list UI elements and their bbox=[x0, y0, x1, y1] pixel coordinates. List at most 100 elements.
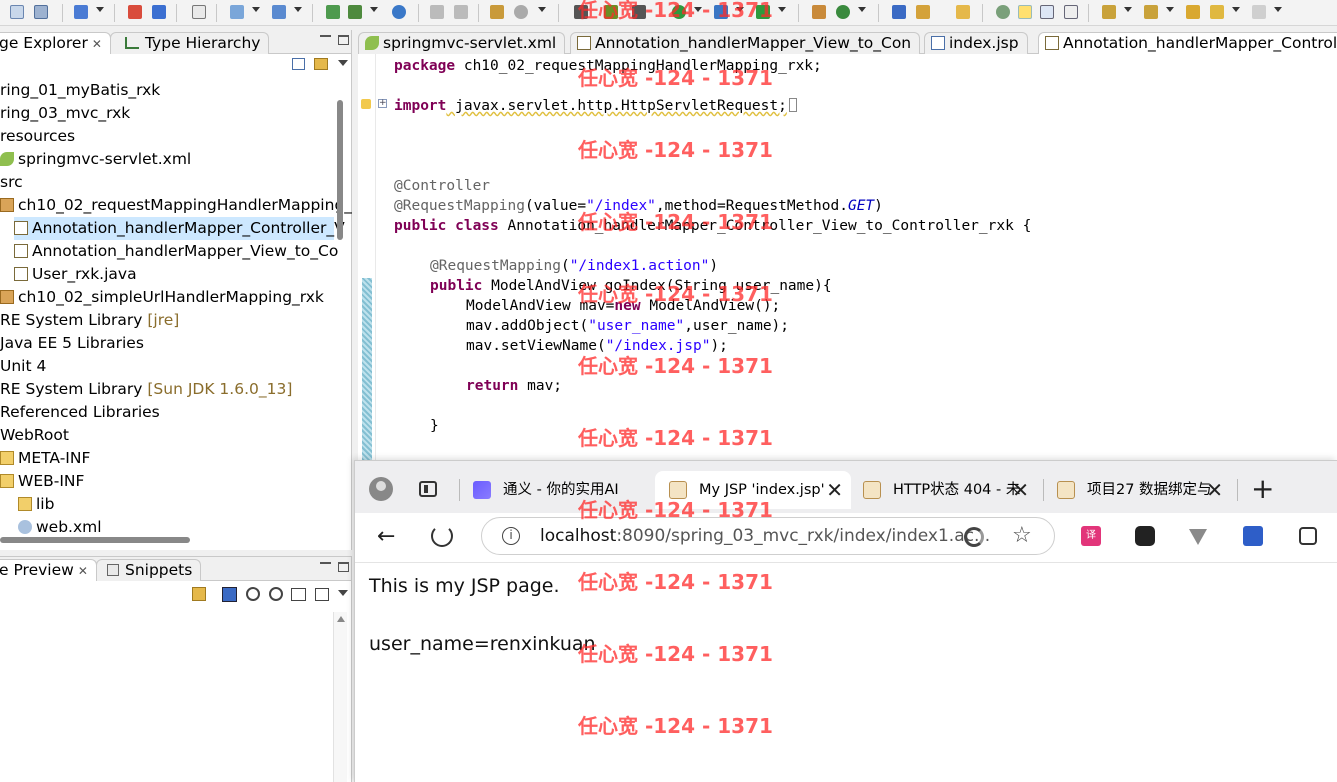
task-icon[interactable] bbox=[914, 3, 932, 21]
refresh-icon[interactable] bbox=[834, 3, 852, 21]
tree-item-folder[interactable]: WebRoot bbox=[0, 424, 69, 447]
dropdown-arrow-icon[interactable] bbox=[736, 7, 744, 12]
close-tab-icon[interactable]: ✕ bbox=[1012, 471, 1029, 509]
extension-icon[interactable] bbox=[1243, 526, 1263, 546]
code-line[interactable]: mav.addObject("user_name",user_name); bbox=[466, 316, 789, 336]
reload-icon[interactable] bbox=[431, 525, 453, 547]
tree-item-java-file[interactable]: User_rxk.java bbox=[14, 263, 137, 286]
close-icon[interactable]: ✕ bbox=[92, 37, 102, 51]
block-select-icon[interactable] bbox=[1038, 3, 1056, 21]
server-icon[interactable] bbox=[270, 3, 288, 21]
dropdown-arrow-icon[interactable] bbox=[1124, 7, 1132, 12]
terminal-icon[interactable] bbox=[190, 3, 208, 21]
new-icon[interactable] bbox=[8, 3, 26, 21]
site-info-icon[interactable]: i bbox=[502, 527, 520, 545]
back-arrow-icon[interactable]: ← bbox=[377, 525, 395, 549]
tree-item-library[interactable]: RE System Library [Sun JDK 1.6.0_13] bbox=[0, 378, 292, 401]
dropdown-arrow-icon[interactable] bbox=[96, 7, 104, 12]
new-tab-button[interactable]: + bbox=[1251, 473, 1274, 505]
save-icon[interactable] bbox=[32, 3, 50, 21]
tree-item-java-file[interactable]: Annotation_handlerMapper_View_to_Co bbox=[14, 240, 338, 263]
profile-avatar-icon[interactable] bbox=[369, 477, 393, 501]
tree-item-folder[interactable]: resources bbox=[0, 125, 75, 148]
tab-snippets[interactable]: Snippets bbox=[96, 559, 202, 581]
horizontal-scrollbar[interactable] bbox=[0, 537, 190, 543]
actual-size-icon[interactable] bbox=[291, 588, 306, 601]
extensions-puzzle-icon[interactable] bbox=[1299, 527, 1317, 545]
prev-annotation-icon[interactable] bbox=[1142, 3, 1160, 21]
code-line[interactable]: @RequestMapping("/index1.action") bbox=[430, 256, 718, 276]
bug-icon[interactable] bbox=[630, 3, 648, 21]
url-field[interactable]: i localhost:8090/spring_03_mvc_rxk/index… bbox=[481, 517, 1055, 555]
dropdown-arrow-icon[interactable] bbox=[538, 7, 546, 12]
tree-item-package[interactable]: ch10_02_simpleUrlHandlerMapping_rxk bbox=[0, 286, 324, 309]
tree-item-file[interactable]: web.xml bbox=[18, 516, 102, 534]
link-icon[interactable] bbox=[192, 587, 206, 601]
tree-item-project[interactable]: ring_03_mvc_rxk bbox=[0, 102, 130, 125]
last-edit-icon[interactable] bbox=[1184, 3, 1202, 21]
browser-tab-http-404[interactable]: HTTP状态 404 - 未 ✕ bbox=[849, 471, 1037, 509]
tree-item-library[interactable]: RE System Library [jre] bbox=[0, 309, 179, 332]
dropdown-arrow-icon[interactable] bbox=[1274, 7, 1282, 12]
redo-icon[interactable] bbox=[452, 3, 470, 21]
globe-icon[interactable] bbox=[390, 3, 408, 21]
close-tab-icon[interactable]: ✕ bbox=[1206, 471, 1223, 509]
view-menu-icon[interactable] bbox=[338, 60, 348, 66]
minimize-icon[interactable] bbox=[320, 35, 331, 43]
tab-package-explorer[interactable]: ge Explorer ✕ bbox=[0, 32, 111, 54]
deploy-icon[interactable] bbox=[228, 3, 246, 21]
tree-item-library[interactable]: Referenced Libraries bbox=[0, 401, 160, 424]
tree-item-library[interactable]: Unit 4 bbox=[0, 355, 46, 378]
tree-item-folder[interactable]: META-INF bbox=[0, 447, 90, 470]
dropdown-arrow-icon[interactable] bbox=[1166, 7, 1174, 12]
code-line[interactable]: mav.setViewName("/index.jsp"); bbox=[466, 336, 728, 356]
tree-item-folder[interactable]: src bbox=[0, 171, 23, 194]
zoom-out-icon[interactable] bbox=[246, 587, 260, 601]
class-icon[interactable] bbox=[150, 3, 168, 21]
code-line[interactable]: } bbox=[430, 416, 439, 436]
package-new-icon[interactable] bbox=[810, 3, 828, 21]
editor-tab-springmvc-servlet[interactable]: springmvc-servlet.xml bbox=[358, 32, 566, 54]
expand-fold-icon[interactable]: + bbox=[378, 99, 387, 108]
coverage-icon[interactable] bbox=[712, 3, 730, 21]
tab-actions-icon[interactable] bbox=[419, 481, 437, 497]
settings-icon[interactable] bbox=[512, 3, 530, 21]
open-type-icon[interactable] bbox=[890, 3, 908, 21]
back-icon[interactable] bbox=[1208, 3, 1226, 21]
highlight-icon[interactable] bbox=[1016, 3, 1034, 21]
folder-open-icon[interactable] bbox=[954, 3, 972, 21]
forward-icon[interactable] bbox=[1250, 3, 1268, 21]
code-line[interactable]: ModelAndView mav=new ModelAndView(); bbox=[466, 296, 780, 316]
dropdown-arrow-icon[interactable] bbox=[1232, 7, 1240, 12]
close-icon[interactable]: ✕ bbox=[78, 564, 88, 578]
collapse-all-icon[interactable] bbox=[292, 58, 305, 70]
show-whitespace-icon[interactable] bbox=[1062, 3, 1080, 21]
code-line[interactable]: package ch10_02_requestMappingHandlerMap… bbox=[394, 56, 822, 76]
browser-tab-project27[interactable]: 项目27 数据绑定与 ✕ bbox=[1043, 471, 1231, 509]
code-line[interactable]: import javax.servlet.http.HttpServletReq… bbox=[394, 96, 797, 116]
fit-icon[interactable] bbox=[222, 587, 237, 602]
vue-devtools-icon[interactable] bbox=[1189, 529, 1207, 545]
folded-code-marker[interactable] bbox=[788, 98, 797, 112]
editor-tab-view-to-controller[interactable]: Annotation_handlerMapper_View_to_Con bbox=[570, 32, 921, 54]
image-icon[interactable] bbox=[488, 3, 506, 21]
editor-tab-index-jsp[interactable]: index.jsp bbox=[924, 32, 1028, 54]
favorite-star-icon[interactable]: ☆ bbox=[1012, 524, 1032, 548]
browser-tab-index-jsp[interactable]: My JSP 'index.jsp' ✕ bbox=[655, 471, 851, 509]
code-line[interactable]: public class Annotation_handlerMapper_Co… bbox=[394, 216, 1031, 236]
tab-type-hierarchy[interactable]: Type Hierarchy bbox=[110, 32, 270, 54]
next-annotation-icon[interactable] bbox=[1100, 3, 1118, 21]
zoom-in-icon[interactable] bbox=[269, 587, 283, 601]
vertical-scrollbar[interactable] bbox=[337, 100, 343, 240]
dropdown-arrow-icon[interactable] bbox=[370, 7, 378, 12]
camera-icon[interactable] bbox=[572, 3, 590, 21]
edge-read-aloud-icon[interactable] bbox=[964, 527, 984, 547]
code-line[interactable]: return mav; bbox=[466, 376, 562, 396]
tree-item-package[interactable]: ch10_02_requestMappingHandlerMapping_ bbox=[0, 194, 352, 217]
close-tab-icon[interactable]: ✕ bbox=[826, 471, 843, 509]
code-line[interactable]: @RequestMapping(value="/index",method=Re… bbox=[394, 196, 883, 216]
tree-item-java-file[interactable]: Annotation_handlerMapper_Controller_V bbox=[14, 217, 345, 240]
dropdown-arrow-icon[interactable] bbox=[252, 7, 260, 12]
tree-item-library[interactable]: Java EE 5 Libraries bbox=[0, 332, 144, 355]
browser-tab-tongyi[interactable]: 通义 - 你的实用AI bbox=[459, 471, 649, 509]
